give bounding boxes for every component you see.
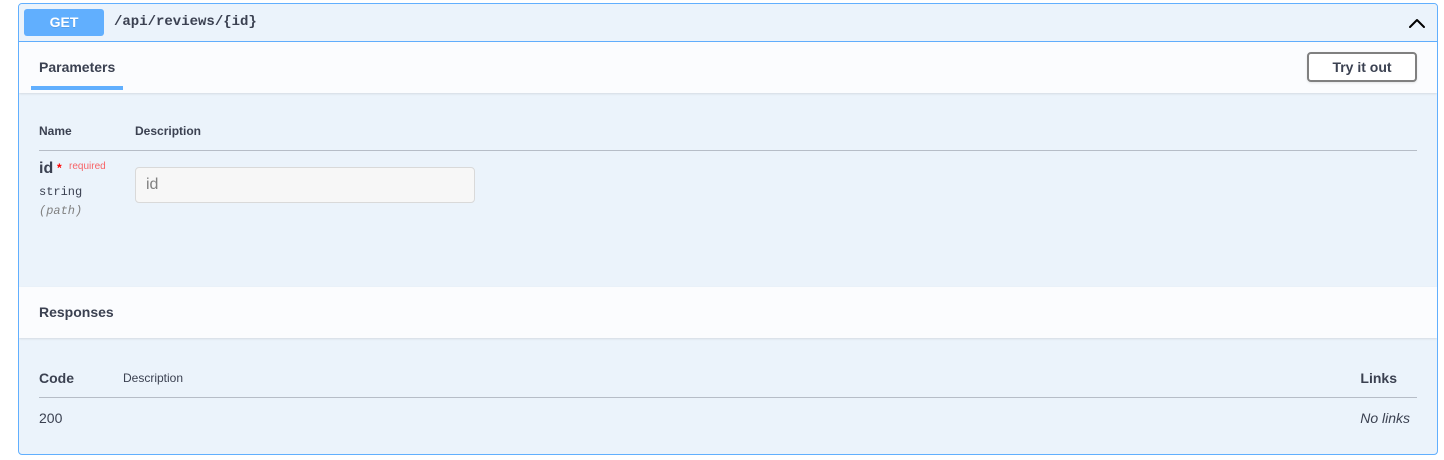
required-star: * bbox=[57, 161, 62, 175]
parameters-header: Parameters Try it out bbox=[19, 42, 1437, 93]
parameter-type: string bbox=[39, 185, 83, 199]
operation-block: GET /api/reviews/{id} Parameters Try it … bbox=[18, 3, 1438, 455]
responses-title: Responses bbox=[39, 304, 114, 320]
operation-summary[interactable]: GET /api/reviews/{id} bbox=[19, 4, 1437, 42]
column-header-response-description: Description bbox=[123, 371, 184, 385]
try-it-out-button[interactable]: Try it out bbox=[1307, 52, 1417, 82]
required-label: required bbox=[69, 161, 106, 172]
parameters-divider bbox=[39, 150, 1417, 151]
responses-header: Responses bbox=[19, 287, 1437, 338]
column-header-name: Name bbox=[39, 124, 72, 138]
response-code: 200 bbox=[39, 410, 63, 426]
response-links: No links bbox=[1360, 410, 1410, 426]
endpoint-path: /api/reviews/{id} bbox=[114, 14, 257, 30]
parameter-name: id bbox=[39, 160, 54, 177]
parameter-id-input[interactable] bbox=[135, 167, 475, 203]
column-header-code: Code bbox=[39, 370, 74, 386]
parameter-location: (path) bbox=[39, 204, 83, 218]
column-header-links: Links bbox=[1360, 370, 1397, 386]
method-badge: GET bbox=[24, 9, 104, 36]
tab-active-indicator bbox=[31, 86, 123, 90]
responses-divider bbox=[39, 397, 1417, 398]
chevron-up-icon[interactable] bbox=[1407, 13, 1427, 33]
tab-parameters[interactable]: Parameters bbox=[39, 59, 115, 75]
column-header-description: Description bbox=[135, 124, 202, 138]
